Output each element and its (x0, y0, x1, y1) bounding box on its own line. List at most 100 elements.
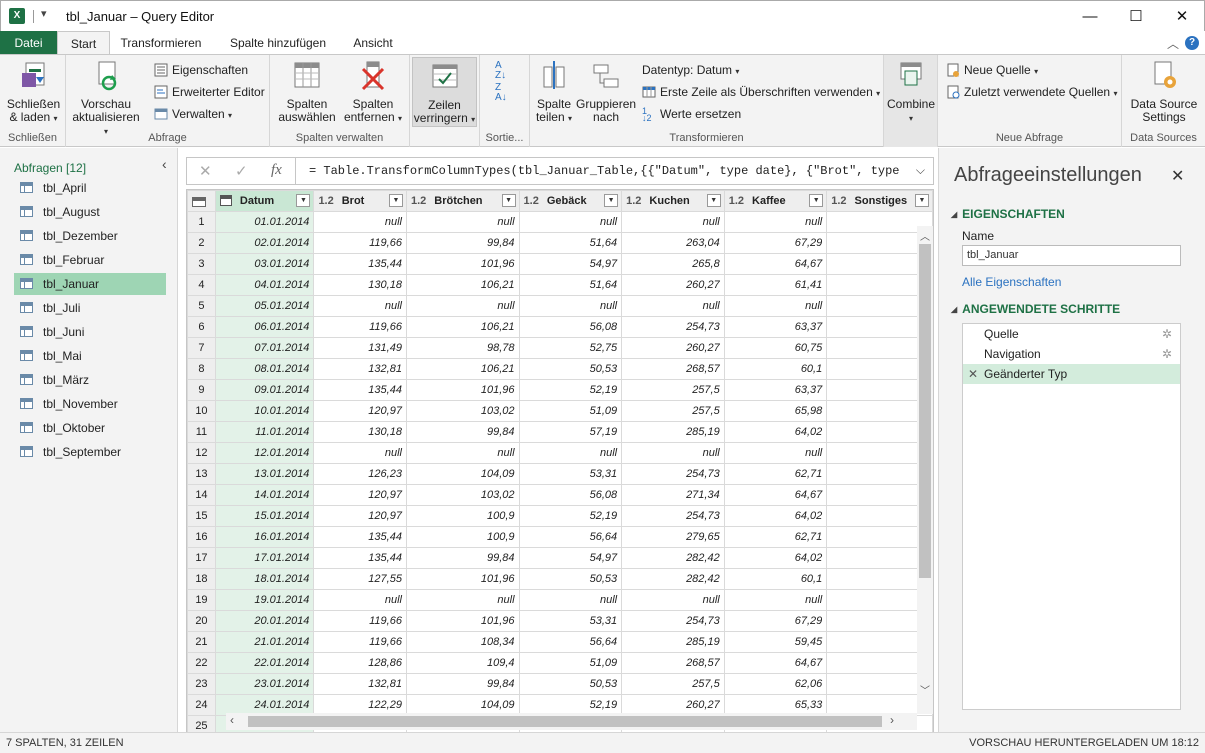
close-load-button[interactable]: Schließen & laden ▾ (6, 59, 61, 125)
table-cell[interactable]: 50,53 (518, 358, 623, 380)
table-row[interactable]: 18 18.01.2014 127,55 101,96 50,53 282,42 60,1 (187, 568, 933, 590)
reduce-rows-button[interactable]: Zeilen verringern ▾ (412, 57, 477, 127)
row-number[interactable]: 25 (187, 715, 216, 732)
row-number[interactable]: 12 (187, 442, 216, 464)
filter-icon[interactable]: ▼ (501, 194, 516, 207)
vertical-scrollbar[interactable]: ︿ ﹀ (917, 226, 933, 714)
table-cell[interactable]: null (313, 295, 407, 317)
scroll-down-icon[interactable]: ﹀ (919, 682, 931, 697)
table-cell[interactable]: null (313, 589, 407, 611)
expand-formula-icon[interactable]: ⌵ (916, 163, 925, 178)
row-number[interactable]: 15 (187, 505, 216, 527)
table-cell[interactable]: 130,18 (313, 274, 407, 296)
table-cell[interactable]: 128,86 (313, 652, 407, 674)
table-cell[interactable]: 56,08 (518, 316, 623, 338)
refresh-preview-button[interactable]: Vorschau aktualisieren ▾ (72, 59, 140, 138)
table-cell[interactable]: 120,97 (313, 400, 407, 422)
row-number[interactable]: 4 (187, 274, 216, 296)
table-cell[interactable]: 62,71 (723, 526, 828, 548)
table-cell[interactable]: 260,27 (621, 274, 725, 296)
table-cell[interactable]: 64,02 (723, 547, 828, 569)
table-cell[interactable]: 61,41 (723, 274, 828, 296)
table-cell[interactable]: 51,64 (518, 232, 623, 254)
table-cell[interactable]: 119,66 (313, 610, 407, 632)
table-cell[interactable]: 254,73 (621, 463, 725, 485)
table-cell[interactable]: 03.01.2014 (214, 253, 315, 275)
query-item[interactable]: tbl_März (14, 369, 166, 391)
table-cell[interactable]: 120,97 (313, 484, 407, 506)
table-cell[interactable]: 11.01.2014 (214, 421, 315, 443)
table-cell[interactable]: 07.01.2014 (214, 337, 315, 359)
table-cell[interactable]: 271,34 (621, 484, 725, 506)
row-number[interactable]: 9 (187, 379, 216, 401)
horizontal-scroll-thumb[interactable] (248, 716, 882, 727)
table-cell[interactable]: 13.01.2014 (214, 463, 315, 485)
table-cell[interactable]: 52,19 (518, 379, 623, 401)
filter-icon[interactable]: ▼ (809, 194, 824, 207)
query-item[interactable]: tbl_Februar (14, 249, 166, 271)
close-window-button[interactable]: ✕ (1159, 1, 1205, 32)
table-cell[interactable]: null (405, 295, 520, 317)
filter-icon[interactable]: ▼ (388, 194, 403, 207)
table-cell[interactable]: 119,66 (313, 631, 407, 653)
column-header[interactable]: 1.2 Sonstiges ▼ (826, 190, 933, 212)
filter-icon[interactable]: ▼ (604, 194, 619, 207)
table-row[interactable]: 20 20.01.2014 119,66 101,96 53,31 254,73 67,29 (187, 610, 933, 632)
column-header[interactable]: 1.2 Gebäck ▼ (518, 190, 623, 212)
table-cell[interactable]: 51,09 (518, 400, 623, 422)
table-cell[interactable]: null (621, 295, 725, 317)
table-cell[interactable]: 56,08 (518, 484, 623, 506)
table-cell[interactable]: 52,75 (518, 337, 623, 359)
table-cell[interactable]: 106,21 (405, 358, 520, 380)
table-cell[interactable]: null (621, 442, 725, 464)
table-cell[interactable]: 257,5 (621, 673, 725, 695)
tab-ansicht[interactable]: Ansicht (344, 31, 402, 55)
cancel-icon[interactable]: ✕ (199, 162, 212, 180)
steps-section-header[interactable]: ANGEWENDETE SCHRITTE (951, 302, 1120, 316)
table-row[interactable]: 19 19.01.2014 null null null null null (187, 589, 933, 611)
column-header[interactable]: 1.2 Kuchen ▼ (621, 190, 725, 212)
filter-icon[interactable]: ▼ (296, 194, 311, 207)
table-cell[interactable]: 67,29 (723, 610, 828, 632)
table-cell[interactable]: 98,78 (405, 337, 520, 359)
advanced-editor-button[interactable]: Erweiterter Editor (154, 83, 265, 101)
sort-descending-icon[interactable]: Z A↓ (495, 83, 513, 103)
tab-start[interactable]: Start (57, 31, 110, 55)
table-cell[interactable]: 132,81 (313, 358, 407, 380)
query-item[interactable]: tbl_Dezember (14, 225, 166, 247)
table-cell[interactable]: 285,19 (621, 421, 725, 443)
decimal-type-icon[interactable]: 1.2 (831, 195, 846, 207)
table-cell[interactable]: null (723, 589, 828, 611)
table-cell[interactable]: 51,64 (518, 274, 623, 296)
query-item[interactable]: tbl_April (14, 177, 166, 199)
table-cell[interactable]: 64,67 (723, 484, 828, 506)
table-row[interactable]: 10 10.01.2014 120,97 103,02 51,09 257,5 65,98 (187, 400, 933, 422)
scroll-up-icon[interactable]: ︿ (919, 228, 931, 243)
table-cell[interactable]: null (723, 295, 828, 317)
table-cell[interactable]: 64,02 (723, 505, 828, 527)
queries-header[interactable]: Abfragen [12] (14, 161, 86, 175)
table-row[interactable]: 6 06.01.2014 119,66 106,21 56,08 254,73 63,37 (187, 316, 933, 338)
table-cell[interactable]: 268,57 (621, 652, 725, 674)
query-item[interactable]: tbl_August (14, 201, 166, 223)
check-icon[interactable]: ✓ (235, 162, 248, 180)
table-cell[interactable]: 16.01.2014 (214, 526, 315, 548)
table-cell[interactable]: 02.01.2014 (214, 232, 315, 254)
table-cell[interactable]: 126,23 (313, 463, 407, 485)
delete-step-icon[interactable]: ✕ (968, 364, 978, 384)
table-cell[interactable]: 282,42 (621, 568, 725, 590)
table-cell[interactable]: 06.01.2014 (214, 316, 315, 338)
table-cell[interactable]: 05.01.2014 (214, 295, 315, 317)
table-cell[interactable]: null (405, 442, 520, 464)
decimal-type-icon[interactable]: 1.2 (524, 195, 539, 207)
table-cell[interactable]: 257,5 (621, 400, 725, 422)
formula-input[interactable]: = Table.TransformColumnTypes(tbl_Januar_… (309, 164, 905, 178)
table-cell[interactable]: 09.01.2014 (214, 379, 315, 401)
table-cell[interactable]: 101,96 (405, 568, 520, 590)
table-cell[interactable]: 101,96 (405, 379, 520, 401)
row-number[interactable]: 22 (187, 652, 216, 674)
table-cell[interactable]: 60,1 (723, 568, 828, 590)
decimal-type-icon[interactable]: 1.2 (729, 195, 744, 207)
data-source-settings-button[interactable]: Data Source Settings (1126, 59, 1202, 124)
table-cell[interactable]: null (621, 211, 725, 233)
